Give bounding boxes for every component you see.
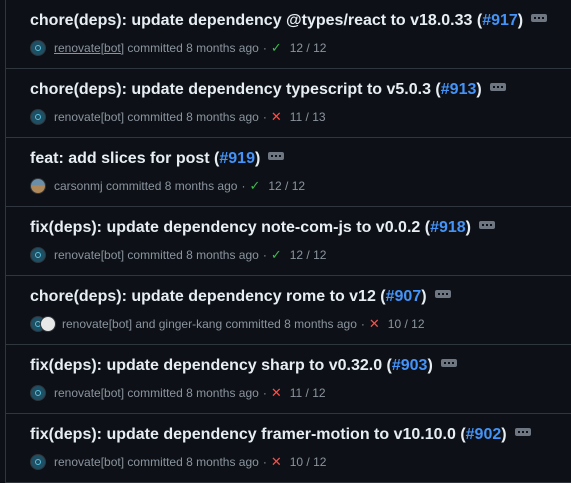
commit-row: chore(deps): update dependency @types/re… bbox=[6, 0, 571, 69]
author-link[interactable]: renovate[bot] bbox=[54, 110, 124, 124]
check-icon[interactable]: ✓ bbox=[249, 178, 260, 194]
commit-title[interactable]: fix(deps): update dependency note-com-js… bbox=[30, 219, 495, 237]
pr-link[interactable]: #903 bbox=[392, 357, 428, 374]
pr-link[interactable]: #917 bbox=[482, 12, 518, 29]
check-count[interactable]: 12 / 12 bbox=[290, 41, 327, 55]
check-count[interactable]: 10 / 12 bbox=[290, 455, 327, 469]
commit-meta: carsonmj committed 8 months ago · ✓ 12 / 12 bbox=[30, 178, 305, 194]
avatar[interactable] bbox=[30, 385, 46, 401]
check-count[interactable]: 11 / 12 bbox=[290, 386, 326, 400]
avatar[interactable] bbox=[40, 316, 56, 332]
cross-icon[interactable]: ✕ bbox=[369, 316, 380, 332]
commit-meta: renovate[bot] committed 8 months ago · ✕ 10… bbox=[30, 454, 326, 470]
commit-row: fix(deps): update dependency sharp to v0… bbox=[6, 345, 571, 414]
commit-title[interactable]: fix(deps): update dependency sharp to v0… bbox=[30, 357, 457, 375]
avatar[interactable] bbox=[30, 454, 46, 470]
ellipsis-icon[interactable] bbox=[531, 13, 548, 22]
check-count[interactable]: 12 / 12 bbox=[290, 248, 327, 262]
avatar[interactable] bbox=[30, 40, 46, 56]
commit-title[interactable]: chore(deps): update dependency rome to v… bbox=[30, 288, 451, 306]
commit-time: 8 months ago bbox=[164, 179, 238, 193]
avatar-stack[interactable] bbox=[30, 316, 56, 332]
pr-link[interactable]: #913 bbox=[441, 81, 477, 98]
commit-meta: renovate[bot] and ginger-kang committed … bbox=[30, 316, 425, 332]
commit-time: 8 months ago bbox=[186, 455, 259, 469]
check-count[interactable]: 10 / 12 bbox=[388, 317, 425, 331]
commit-title[interactable]: fix(deps): update dependency framer-moti… bbox=[30, 426, 531, 444]
ellipsis-icon[interactable] bbox=[478, 220, 495, 229]
ellipsis-icon[interactable] bbox=[489, 82, 506, 91]
check-count[interactable]: 11 / 13 bbox=[290, 110, 326, 124]
commit-time: 8 months ago bbox=[186, 386, 259, 400]
commit-list: chore(deps): update dependency @types/re… bbox=[5, 0, 571, 483]
commit-row: fix(deps): update dependency framer-moti… bbox=[6, 414, 571, 483]
ellipsis-icon[interactable] bbox=[440, 358, 457, 367]
check-icon[interactable]: ✓ bbox=[271, 247, 282, 263]
author-link[interactable]: renovate[bot] bbox=[54, 455, 124, 469]
ellipsis-icon[interactable] bbox=[268, 151, 285, 160]
commit-title[interactable]: chore(deps): update dependency typescrip… bbox=[30, 81, 506, 99]
check-icon[interactable]: ✓ bbox=[271, 40, 282, 56]
cross-icon[interactable]: ✕ bbox=[271, 385, 282, 401]
author-link[interactable]: renovate[bot] bbox=[54, 248, 124, 262]
author-link[interactable]: renovate[bot] and ginger-kang bbox=[62, 317, 222, 331]
author-link[interactable]: renovate[bot] bbox=[54, 386, 124, 400]
avatar[interactable] bbox=[30, 109, 46, 125]
avatar[interactable] bbox=[30, 178, 46, 194]
commit-time: 8 months ago bbox=[186, 110, 259, 124]
avatar[interactable] bbox=[30, 247, 46, 263]
commit-title[interactable]: chore(deps): update dependency @types/re… bbox=[30, 12, 548, 30]
pr-link[interactable]: #907 bbox=[386, 288, 422, 305]
cross-icon[interactable]: ✕ bbox=[271, 109, 282, 125]
pr-link[interactable]: #919 bbox=[219, 150, 255, 167]
cross-icon[interactable]: ✕ bbox=[271, 454, 282, 470]
commit-meta: renovate[bot] committed 8 months ago · ✕ 11… bbox=[30, 385, 326, 401]
pr-link[interactable]: #918 bbox=[430, 219, 466, 236]
commit-title[interactable]: feat: add slices for post (#919) bbox=[30, 150, 285, 168]
commit-row: feat: add slices for post (#919) carsonm… bbox=[6, 138, 571, 207]
commit-row: fix(deps): update dependency note-com-js… bbox=[6, 207, 571, 276]
ellipsis-icon[interactable] bbox=[434, 289, 451, 298]
commit-meta: renovate[bot] committed 8 months ago · ✓ 12… bbox=[30, 40, 326, 56]
author-link[interactable]: carsonmj bbox=[54, 179, 103, 193]
commit-time: 8 months ago bbox=[284, 317, 357, 331]
commit-meta: renovate[bot] committed 8 months ago · ✓ 12… bbox=[30, 247, 326, 263]
check-count[interactable]: 12 / 12 bbox=[268, 179, 305, 193]
commit-meta: renovate[bot] committed 8 months ago · ✕ 11… bbox=[30, 109, 326, 125]
commit-time: 8 months ago bbox=[186, 41, 259, 55]
commit-row: chore(deps): update dependency typescrip… bbox=[6, 69, 571, 138]
commit-row: chore(deps): update dependency rome to v… bbox=[6, 276, 571, 345]
commit-time: 8 months ago bbox=[186, 248, 259, 262]
author-link[interactable]: renovate[bot] bbox=[54, 41, 124, 55]
ellipsis-icon[interactable] bbox=[514, 427, 531, 436]
pr-link[interactable]: #902 bbox=[466, 426, 502, 443]
